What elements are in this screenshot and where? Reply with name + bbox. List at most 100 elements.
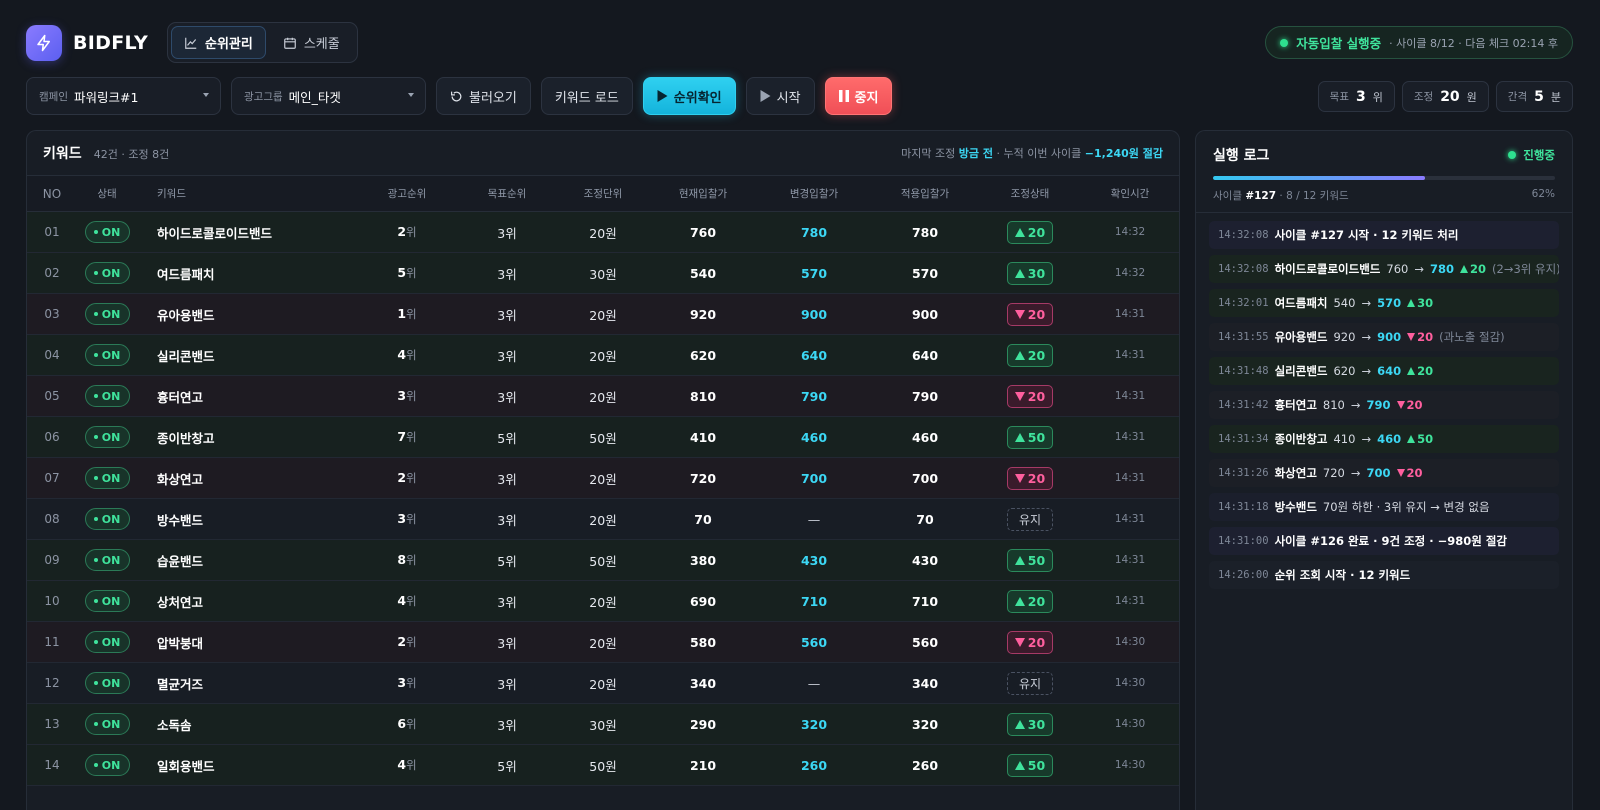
start-label: 시작	[776, 90, 801, 106]
row-number: 06	[44, 430, 60, 444]
campaign-select[interactable]: 캠페인 파워링크#1	[26, 77, 221, 115]
column-header[interactable]: NO	[27, 187, 77, 201]
reload-button[interactable]: 불러오기	[436, 77, 531, 115]
table-row[interactable]: 06 ON 종이반창고 7위 5위 50원 410 460 460 50 14:31	[27, 417, 1179, 458]
status-toggle[interactable]: ON	[84, 590, 130, 612]
status-toggle[interactable]: ON	[84, 385, 130, 407]
applied-bid: 900	[911, 306, 939, 322]
tab-schedule[interactable]: 스케줄	[270, 26, 353, 59]
log-keyword: 여드름패치	[1274, 296, 1328, 310]
row-number: 11	[44, 635, 60, 649]
applied-bid: 570	[911, 265, 939, 281]
column-header[interactable]: 목표순위	[457, 186, 557, 201]
cycle-value: #127	[1245, 190, 1277, 202]
table-header: NO 상태 키워드 광고순위 목표순위 조정단위 현재입찰가 변경입찰가 적용입…	[27, 176, 1179, 212]
status-toggle[interactable]: ON	[84, 672, 130, 694]
status-toggle[interactable]: ON	[84, 508, 130, 530]
target-rank: 3위	[497, 348, 517, 364]
column-header[interactable]: 현재입찰가	[649, 186, 757, 201]
ad-rank: 5위	[357, 265, 457, 281]
status-toggle[interactable]: ON	[84, 262, 130, 284]
column-header[interactable]: 변경입찰가	[757, 186, 871, 201]
table-row[interactable]: 13 ON 소독솜 6위 3위 30원 290 320 320 30 14:30	[27, 704, 1179, 745]
table-row[interactable]: 07 ON 화상연고 2위 3위 20원 720 700 700 20 14:31	[27, 458, 1179, 499]
ad-rank-unit: 위	[406, 553, 417, 567]
column-header[interactable]: 적용입찰가	[871, 186, 979, 201]
adjust-amount: 20	[1027, 347, 1046, 363]
ad-rank-value: 1	[397, 306, 407, 321]
target-rank-setting[interactable]: 목표 3 위	[1317, 81, 1395, 112]
table-row[interactable]: 01 ON 하이드로콜로이드밴드 2위 3위 20원 760 780 780 20 14:32	[27, 212, 1179, 253]
column-header[interactable]: 조정단위	[557, 186, 649, 201]
column-header[interactable]: 확인시간	[1081, 186, 1179, 201]
log-item: 14:31:55 유아용밴드 920 → 900 20 (과노출 절감)	[1209, 323, 1559, 351]
keyword-load-label: 키워드 로드	[554, 90, 619, 106]
log-time: 14:32:08	[1218, 229, 1269, 241]
adjust-amount: 50	[1027, 429, 1046, 445]
adjust-amount: 유지	[1018, 676, 1042, 691]
keyword-table-body: 01 ON 하이드로콜로이드밴드 2위 3위 20원 760 780 780 20 14:32 02 O…	[27, 212, 1179, 786]
status-cell: ON	[77, 467, 137, 489]
table-row[interactable]: 12 ON 멸균거즈 3위 3위 20원 340—340 유지 14:30	[27, 663, 1179, 704]
target-rank: 3위	[497, 594, 517, 610]
keyword-load-button[interactable]: 키워드 로드	[540, 77, 633, 115]
interval-setting[interactable]: 간격 5 분	[1495, 81, 1573, 112]
adjust-amount-setting[interactable]: 조정 20 원	[1401, 81, 1489, 112]
log-message: 70원 하한 · 3위 유지 → 변경 없음	[1322, 500, 1490, 514]
running-dot-icon	[1508, 151, 1517, 159]
status-toggle[interactable]: ON	[84, 344, 130, 366]
table-row[interactable]: 10 ON 상처연고 4위 3위 20원 690 710 710 20 14:31	[27, 581, 1179, 622]
adgroup-value: 메인_타겟	[288, 89, 341, 105]
ad-rank: 7위	[357, 429, 457, 445]
column-header[interactable]: 조정상태	[979, 186, 1081, 201]
table-row[interactable]: 05 ON 흉터연고 3위 3위 20원 810 790 790 20 14:31	[27, 376, 1179, 417]
keyword-count: 42건 · 조정 8건	[93, 148, 170, 161]
log-bid-to: 640	[1377, 364, 1402, 378]
keyword-panel: 키워드 42건 · 조정 8건 마지막 조정 방금 전 · 누적 이번 사이클 …	[26, 130, 1180, 810]
status-toggle[interactable]: ON	[84, 467, 130, 489]
status-toggle[interactable]: ON	[84, 303, 130, 325]
column-header[interactable]: 상태	[77, 186, 137, 201]
table-row[interactable]: 09 ON 습윤밴드 8위 5위 50원 380 430 430 50 14:31	[27, 540, 1179, 581]
status-toggle[interactable]: ON	[84, 549, 130, 571]
status-cell: ON	[77, 221, 137, 243]
auto-bid-status: 자동입찰 실행중 · 사이클 8/12 · 다음 체크 02:14 후	[1265, 26, 1573, 59]
stop-button[interactable]: 중지	[824, 77, 893, 115]
check-time: 14:30	[1114, 718, 1146, 730]
rank-check-button[interactable]: 순위확인	[642, 77, 736, 115]
ad-rank-unit: 위	[406, 758, 417, 772]
status-toggle[interactable]: ON	[84, 221, 130, 243]
adjust-amount: 20	[1027, 634, 1046, 650]
log-list: 14:32:08 사이클 #127 시작 · 12 키워드 처리 14:32:08 하…	[1196, 213, 1572, 597]
ad-rank-unit: 위	[406, 266, 417, 280]
status-toggle[interactable]: ON	[84, 631, 130, 653]
adjust-amount: 20	[1027, 470, 1046, 486]
tab-rank-management[interactable]: 순위관리	[171, 26, 266, 59]
adjust-status-badge: 20	[1007, 343, 1053, 367]
ad-rank-value: 8	[397, 552, 407, 567]
triangle-down-icon	[1407, 333, 1416, 341]
adgroup-select[interactable]: 광고그룹 메인_타겟	[231, 77, 426, 115]
table-row[interactable]: 14 ON 일회용밴드 4위 5위 50원 210 260 260 50 14:30	[27, 745, 1179, 786]
log-item: 14:31:26 화상연고 720 → 700 20	[1209, 459, 1559, 487]
table-row[interactable]: 04 ON 실리콘밴드 4위 3위 20원 620 640 640 20 14:31	[27, 335, 1179, 376]
arrow-right-icon: →	[1350, 398, 1361, 412]
column-header[interactable]: 광고순위	[357, 186, 457, 201]
table-row[interactable]: 08 ON 방수밴드 3위 3위 20원 70—70 유지 14:31	[27, 499, 1179, 540]
log-item: 14:31:48 실리콘밴드 620 → 640 20	[1209, 357, 1559, 385]
status-toggle[interactable]: ON	[84, 713, 130, 735]
status-toggle[interactable]: ON	[84, 754, 130, 776]
log-state-label: 진행중	[1523, 148, 1555, 162]
adjust-status-badge: 50	[1007, 753, 1053, 777]
table-row[interactable]: 02 ON 여드름패치 5위 3위 30원 540 570 570 30 14:32	[27, 253, 1179, 294]
arrow-right-icon: →	[1361, 364, 1372, 378]
adjust-amount: 유지	[1018, 512, 1042, 527]
start-button[interactable]: 시작	[745, 77, 815, 115]
setting-unit: 분	[1550, 90, 1561, 104]
table-row[interactable]: 03 ON 유아용밴드 1위 3위 20원 920 900 900 20 14:31	[27, 294, 1179, 335]
status-toggle[interactable]: ON	[84, 426, 130, 448]
column-header[interactable]: 키워드	[137, 186, 357, 201]
table-row[interactable]: 11 ON 압박붕대 2위 3위 20원 580 560 560 20 14:30	[27, 622, 1179, 663]
adjust-amount: 20	[1027, 224, 1046, 240]
log-item: 14:31:42 흉터연고 810 → 790 20	[1209, 391, 1559, 419]
